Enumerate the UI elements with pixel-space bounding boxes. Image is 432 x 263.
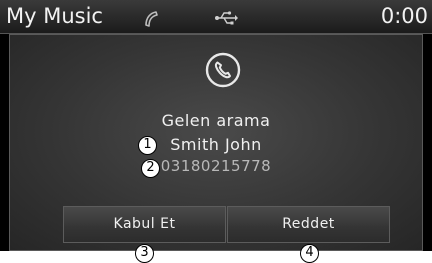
caller-number: 03180215778: [160, 157, 272, 175]
status-bar: My Music 0:00: [0, 0, 432, 34]
callout-marker: 3: [135, 244, 154, 263]
incoming-call-dialog: Gelen arama Smith John 03180215778 1 2 K…: [9, 34, 423, 251]
callout-marker: 2: [141, 159, 160, 178]
clock: 0:00: [380, 4, 428, 28]
phone-call-icon: [205, 52, 241, 88]
reject-call-button[interactable]: Reddet: [227, 206, 390, 243]
callout-marker: 1: [138, 136, 157, 155]
callout-marker: 4: [300, 244, 319, 263]
caller-name: Smith John: [170, 135, 262, 154]
head-unit-screen: My Music 0:00 Gelen arama Smith John 031…: [0, 0, 432, 251]
phone-handset-icon: [145, 11, 158, 27]
usb-icon: [215, 11, 238, 25]
accept-call-button[interactable]: Kabul Et: [63, 206, 226, 243]
app-title: My Music: [6, 4, 103, 28]
call-status-text: Gelen arama: [161, 111, 271, 130]
